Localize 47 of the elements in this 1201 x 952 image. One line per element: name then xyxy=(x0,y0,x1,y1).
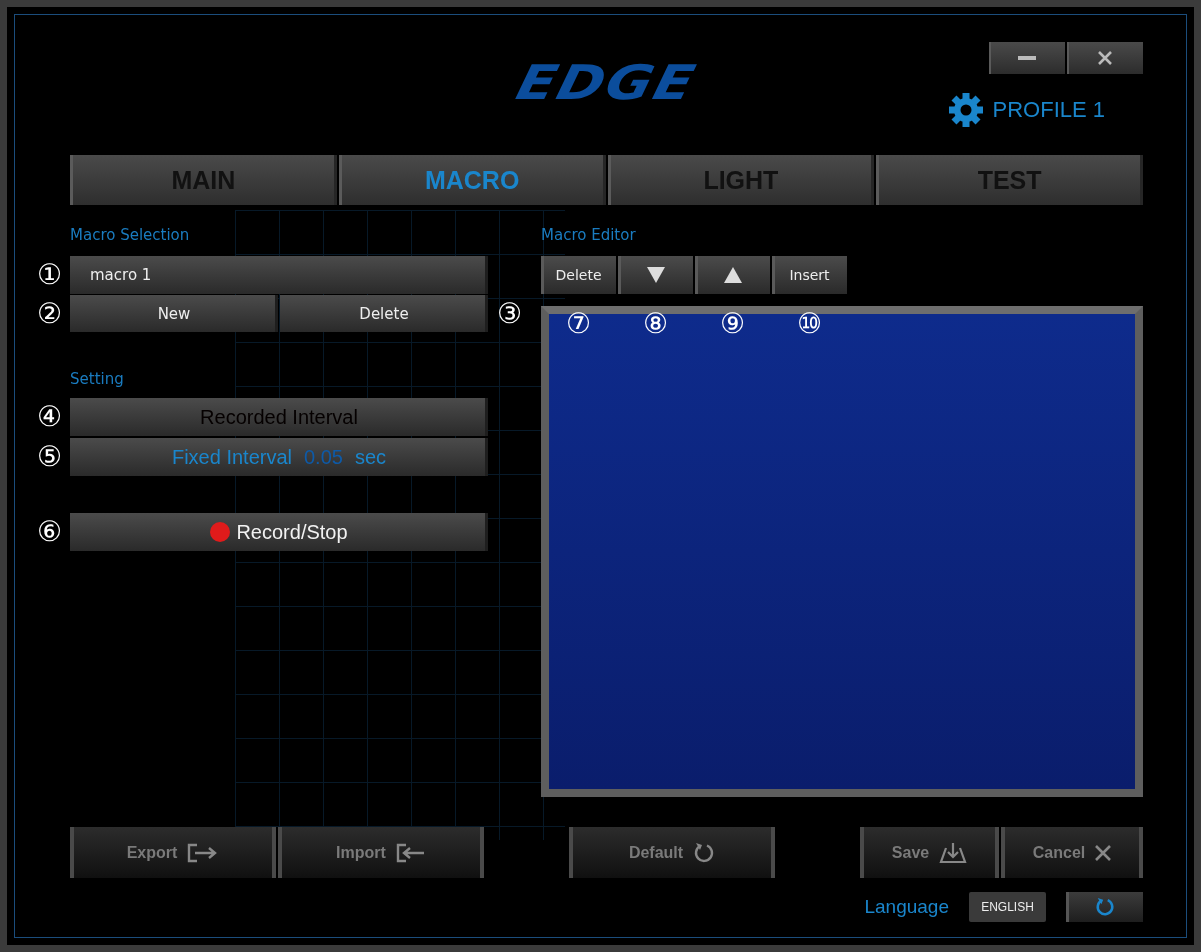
callout-number: ④ xyxy=(37,401,63,433)
callout-number: ⑨ xyxy=(719,308,746,340)
move-down-button[interactable] xyxy=(618,256,693,294)
reset-icon xyxy=(693,841,716,864)
callout-number: ⑤ xyxy=(37,441,63,473)
callout-number: ⑦ xyxy=(565,308,592,340)
cancel-icon xyxy=(1095,844,1112,861)
unit-label: sec xyxy=(354,445,387,469)
down-triangle-icon xyxy=(646,267,665,283)
record-button[interactable]: Record/Stop xyxy=(70,513,488,551)
callout-number: ① xyxy=(37,259,63,291)
tab[interactable]: MACRO xyxy=(338,155,606,205)
editor-action-button[interactable]: Insert xyxy=(772,256,847,294)
close-icon xyxy=(1097,50,1113,66)
logo: EDGE xyxy=(512,59,701,107)
macro-select-field[interactable]: macro 1 xyxy=(70,256,488,294)
callout-number: ⑩ xyxy=(796,308,823,340)
callout-number: ③ xyxy=(496,297,522,330)
callout-number: ⑥ xyxy=(37,516,63,548)
delete-button[interactable]: Delete xyxy=(280,295,488,332)
interval-option[interactable]: Fixed Interval 0.05 sec xyxy=(70,438,488,476)
up-triangle-icon xyxy=(723,267,742,283)
section-title: Setting xyxy=(70,370,125,388)
section-title: Macro Editor xyxy=(541,226,637,244)
callout-number: ⑧ xyxy=(642,308,669,340)
gear-icon[interactable] xyxy=(947,92,984,128)
profile-label: PROFILE 1 xyxy=(992,97,1105,123)
save-button[interactable]: Save xyxy=(860,827,999,878)
save-tray-icon xyxy=(939,841,968,864)
import-icon xyxy=(395,842,426,863)
new-button[interactable]: New xyxy=(70,295,278,332)
editor-action-button[interactable]: Delete xyxy=(541,256,616,294)
cancel-button[interactable]: Cancel xyxy=(1001,827,1143,878)
refresh-icon xyxy=(1094,897,1115,917)
minimize-icon xyxy=(1018,56,1036,60)
callout-number: ② xyxy=(37,297,63,330)
default-button[interactable]: Default xyxy=(569,827,775,878)
apply-button[interactable] xyxy=(1066,892,1143,922)
language-dropdown[interactable]: ENGLISH xyxy=(969,892,1046,922)
export-button[interactable]: Export xyxy=(70,827,276,878)
minimize-button[interactable] xyxy=(989,42,1065,74)
language-label: Language xyxy=(864,896,949,918)
move-up-button[interactable] xyxy=(695,256,770,294)
record-dot-icon xyxy=(210,522,231,542)
import-button[interactable]: Import xyxy=(278,827,484,878)
section-title: Macro Selection xyxy=(70,226,191,244)
close-button[interactable] xyxy=(1067,42,1143,74)
